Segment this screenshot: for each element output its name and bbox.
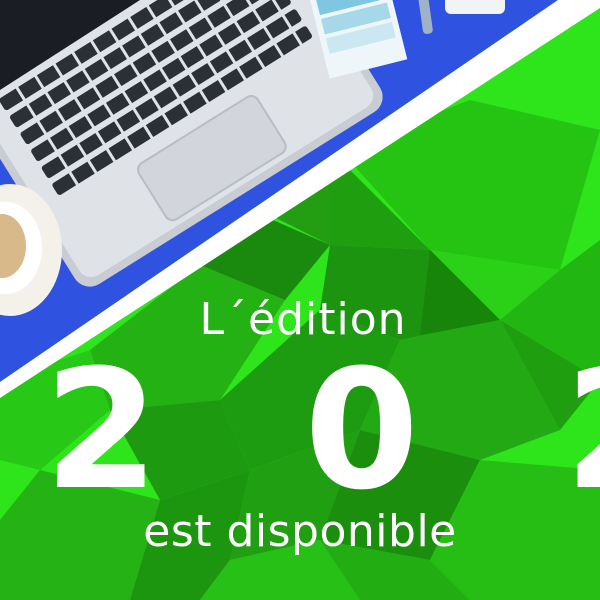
notepad-icon — [445, 0, 505, 14]
background-art — [0, 0, 600, 600]
announcement-banner: L´édition 2 0 2 3 est disponible — [0, 0, 600, 600]
